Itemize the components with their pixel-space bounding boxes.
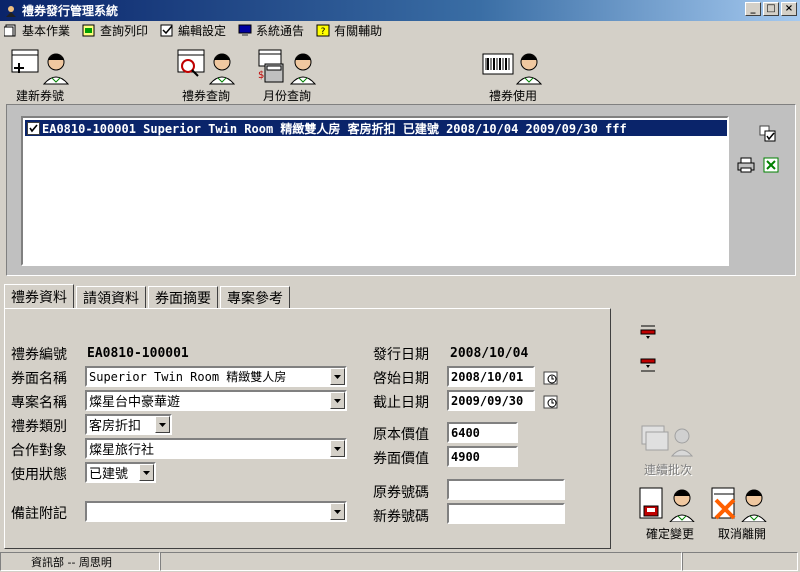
tab-claim-data[interactable]: 請領資料	[76, 286, 146, 308]
status-pane-middle	[160, 552, 682, 571]
category-combo[interactable]: 客房折扣	[85, 414, 172, 435]
new-no-field[interactable]	[447, 503, 565, 524]
menu-query-print[interactable]: 查詢列印	[78, 21, 156, 40]
dropdown-button[interactable]	[330, 503, 345, 520]
title-bar: 禮券發行管理系統 _ □ ×	[0, 0, 800, 21]
save-disk-icon	[639, 487, 696, 523]
voucher-no-value: EA0810-100001	[87, 346, 189, 361]
start-date-label: 啓始日期	[373, 371, 429, 387]
checkmark-icon	[29, 123, 38, 132]
app-icon	[6, 5, 16, 17]
menu-bar: 基本作業 查詢列印 編輯設定 系統通告 ? 有關輔助	[0, 21, 800, 40]
voucher-form-panel: 禮券編號 EA0810-100001 券面名稱 Superior Twin Ro…	[4, 308, 611, 549]
tab-face-summary[interactable]: 券面摘要	[148, 286, 218, 308]
confirm-button[interactable]: 確定變更	[638, 486, 702, 542]
check-all-icon[interactable]	[759, 125, 777, 143]
calendar-icon[interactable]	[543, 370, 559, 386]
partner-label: 合作對象	[11, 443, 67, 459]
toolbar: 建新券號 禮券查詢 $ 月份查詢 禮券使用	[0, 42, 800, 103]
status-pane-right	[682, 552, 798, 571]
orig-price-field[interactable]: 6400	[447, 422, 518, 443]
calendar-icon[interactable]	[543, 394, 559, 410]
chevron-down-icon	[143, 470, 150, 475]
cancel-x-icon	[711, 487, 768, 523]
project-label: 專案名稱	[11, 395, 67, 411]
svg-text:?: ?	[321, 27, 326, 37]
delete-record-icon[interactable]	[639, 357, 657, 373]
menu-basic-operations[interactable]: 基本作業	[0, 21, 78, 40]
face-name-label: 券面名稱	[11, 371, 67, 387]
menu-help[interactable]: ? 有關輔助	[312, 21, 390, 40]
batch-button[interactable]: 連續批次	[636, 424, 700, 478]
voucher-no-label: 禮券編號	[11, 347, 67, 363]
new-voucher-icon	[11, 49, 70, 85]
calendar-calculator-icon: $	[258, 49, 317, 85]
face-price-field[interactable]: 4900	[447, 446, 518, 467]
chevron-down-icon	[334, 398, 341, 403]
status-bar: 資訊部 -- 周思明	[0, 551, 800, 572]
dropdown-button[interactable]	[330, 392, 345, 409]
minimize-button[interactable]: _	[745, 2, 761, 16]
document-icon	[4, 24, 16, 37]
edit-settings-icon	[160, 24, 173, 37]
category-label: 禮券類別	[11, 419, 67, 435]
printer-icon[interactable]	[737, 157, 755, 173]
remark-combo[interactable]	[85, 501, 347, 522]
help-icon: ?	[316, 24, 330, 37]
new-no-label: 新券號碼	[373, 509, 429, 525]
list-item[interactable]: EA0810-100001 Superior Twin Room 精緻雙人房 客…	[25, 120, 727, 136]
voucher-query-icon	[177, 49, 236, 85]
project-combo[interactable]: 燦星台中豪華遊	[85, 390, 347, 411]
issue-date-value: 2008/10/04	[450, 346, 529, 361]
svg-text:$: $	[258, 70, 264, 81]
list-item-text: EA0810-100001 Superior Twin Room 精緻雙人房 客…	[42, 121, 627, 136]
voucher-listbox[interactable]: EA0810-100001 Superior Twin Room 精緻雙人房 客…	[21, 116, 729, 266]
remark-label: 備註附記	[11, 506, 67, 522]
new-voucher-button[interactable]: 建新券號	[8, 46, 72, 104]
excel-icon[interactable]	[763, 157, 779, 173]
menu-system-notice[interactable]: 系統通告	[234, 21, 312, 40]
close-button[interactable]: ×	[781, 2, 797, 16]
chevron-down-icon	[334, 446, 341, 451]
status-label: 使用狀態	[11, 467, 67, 483]
status-user: 資訊部 -- 周思明	[0, 552, 160, 571]
tab-voucher-data[interactable]: 禮券資料	[4, 284, 74, 308]
row-checkbox[interactable]	[27, 121, 40, 135]
maximize-button[interactable]: □	[763, 2, 779, 16]
monthly-query-button[interactable]: $ 月份查詢	[255, 46, 319, 104]
orig-no-label: 原券號碼	[373, 485, 429, 501]
chevron-down-icon	[334, 374, 341, 379]
tab-project-reference[interactable]: 專案參考	[220, 286, 290, 308]
voucher-query-button[interactable]: 禮券查詢	[174, 46, 238, 104]
menu-edit-settings[interactable]: 編輯設定	[156, 21, 234, 40]
voucher-list-area: EA0810-100001 Superior Twin Room 精緻雙人房 客…	[6, 104, 796, 276]
cancel-button[interactable]: 取消離開	[710, 486, 774, 542]
issue-date-label: 發行日期	[373, 347, 429, 363]
insert-record-icon[interactable]	[639, 324, 657, 340]
tab-strip: 禮券資料 請領資料 券面摘要 專案參考	[4, 284, 292, 308]
monitor-icon	[238, 24, 252, 36]
face-name-combo[interactable]: Superior Twin Room 精緻雙人房	[85, 366, 347, 387]
dropdown-button[interactable]	[330, 368, 345, 385]
window-title: 禮券發行管理系統	[22, 4, 119, 18]
face-price-label: 券面價值	[373, 451, 429, 467]
partner-combo[interactable]: 燦星旅行社	[85, 438, 347, 459]
dropdown-button[interactable]	[139, 464, 154, 481]
print-query-icon	[82, 24, 95, 37]
end-date-label: 截止日期	[373, 395, 429, 411]
end-date-field[interactable]: 2009/09/30	[447, 390, 535, 411]
start-date-field[interactable]: 2008/10/01	[447, 366, 535, 387]
status-combo[interactable]: 已建號	[85, 462, 156, 483]
chevron-down-icon	[159, 422, 166, 427]
barcode-icon	[482, 53, 543, 85]
batch-icon	[641, 425, 694, 457]
voucher-use-button[interactable]: 禮券使用	[481, 46, 545, 104]
dropdown-button[interactable]	[155, 416, 170, 433]
orig-price-label: 原本價值	[373, 427, 429, 443]
chevron-down-icon	[334, 509, 341, 514]
dropdown-button[interactable]	[330, 440, 345, 457]
orig-no-field[interactable]	[447, 479, 565, 500]
